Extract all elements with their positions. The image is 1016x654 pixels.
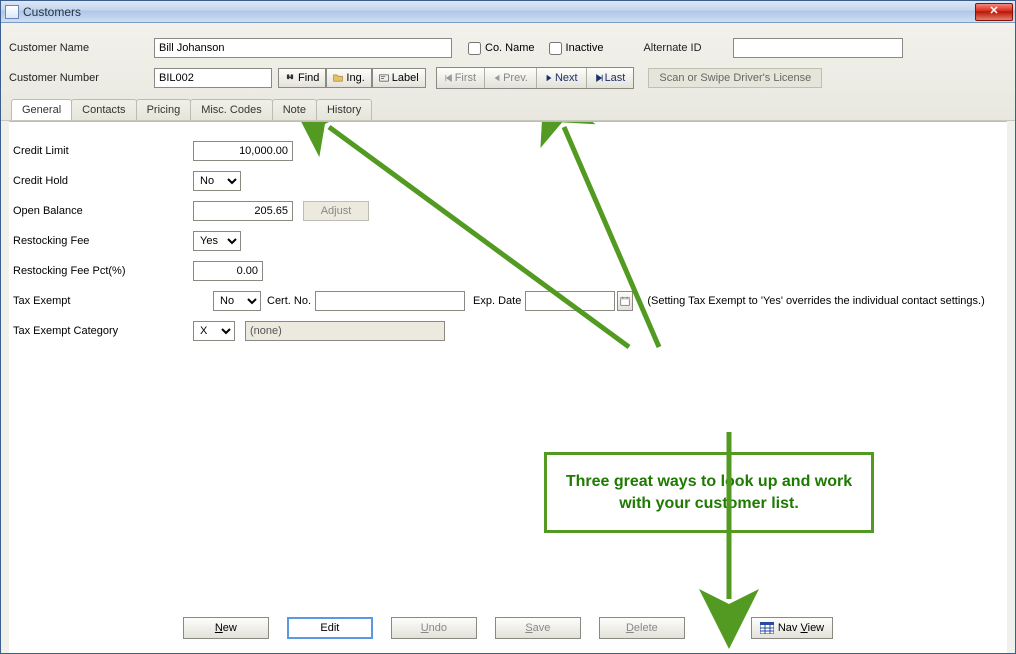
- first-icon: [445, 74, 453, 82]
- nav-view-button[interactable]: Nav View: [751, 617, 833, 639]
- window-title: Customers: [23, 5, 975, 19]
- tax-exempt-label: Tax Exempt: [13, 295, 213, 307]
- tax-exempt-cat-label: Tax Exempt Category: [13, 325, 193, 337]
- credit-hold-label: Credit Hold: [13, 175, 193, 187]
- grid-icon: [760, 622, 774, 634]
- app-icon: [5, 5, 19, 19]
- save-button[interactable]: Save: [495, 617, 581, 639]
- undo-button[interactable]: Undo: [391, 617, 477, 639]
- prev-icon: [493, 74, 501, 82]
- delete-button[interactable]: Delete: [599, 617, 685, 639]
- tab-pricing[interactable]: Pricing: [136, 99, 192, 120]
- adjust-button[interactable]: Adjust: [303, 201, 369, 221]
- find-button[interactable]: Find: [278, 68, 326, 88]
- tax-exempt-hint: (Setting Tax Exempt to 'Yes' overrides t…: [647, 295, 984, 307]
- annotation-callout: Three great ways to look up and work wit…: [544, 452, 874, 533]
- new-button[interactable]: New: [183, 617, 269, 639]
- exp-date-label: Exp. Date: [473, 295, 521, 307]
- customer-name-label: Customer Name: [9, 42, 154, 54]
- close-button[interactable]: ✕: [975, 3, 1013, 21]
- date-picker-button[interactable]: [617, 291, 633, 311]
- folder-icon: [333, 73, 343, 83]
- binoculars-icon: [285, 73, 295, 83]
- alternate-id-label: Alternate ID: [643, 42, 733, 54]
- tax-exempt-cat-desc: [245, 321, 445, 341]
- nav-first-button[interactable]: First: [437, 68, 485, 88]
- credit-hold-select[interactable]: No: [193, 171, 241, 191]
- ing-button[interactable]: Ing.: [326, 68, 371, 88]
- restocking-pct-input[interactable]: [193, 261, 263, 281]
- tab-general[interactable]: General: [11, 99, 72, 120]
- nav-next-button[interactable]: Next: [537, 68, 587, 88]
- next-icon: [545, 74, 553, 82]
- nav-prev-button[interactable]: Prev.: [485, 68, 537, 88]
- tab-history[interactable]: History: [316, 99, 372, 120]
- cert-no-label: Cert. No.: [267, 295, 311, 307]
- tax-exempt-select[interactable]: No: [213, 291, 261, 311]
- customer-name-input[interactable]: [154, 38, 452, 58]
- credit-limit-input[interactable]: [193, 141, 293, 161]
- tab-contacts[interactable]: Contacts: [71, 99, 136, 120]
- tax-exempt-cat-select[interactable]: X: [193, 321, 235, 341]
- calendar-icon: [620, 296, 630, 306]
- scan-license-button[interactable]: Scan or Swipe Driver's License: [648, 68, 822, 88]
- restocking-fee-select[interactable]: Yes: [193, 231, 241, 251]
- inactive-checkbox[interactable]: Inactive: [545, 39, 604, 58]
- tab-note[interactable]: Note: [272, 99, 317, 120]
- label-icon: [379, 73, 389, 83]
- customer-number-input[interactable]: [154, 68, 272, 88]
- cert-no-input[interactable]: [315, 291, 465, 311]
- customer-number-label: Customer Number: [9, 72, 154, 84]
- record-nav: First Prev. Next Last: [436, 67, 635, 89]
- restocking-pct-label: Restocking Fee Pct(%): [13, 265, 193, 277]
- restocking-fee-label: Restocking Fee: [13, 235, 193, 247]
- edit-button[interactable]: Edit: [287, 617, 373, 639]
- exp-date-input[interactable]: [525, 291, 615, 311]
- nav-last-button[interactable]: Last: [587, 68, 634, 88]
- tab-misc-codes[interactable]: Misc. Codes: [190, 99, 273, 120]
- label-button[interactable]: Label: [372, 68, 426, 88]
- open-balance-input[interactable]: [193, 201, 293, 221]
- co-name-checkbox[interactable]: Co. Name: [464, 39, 535, 58]
- last-icon: [595, 74, 603, 82]
- credit-limit-label: Credit Limit: [13, 145, 193, 157]
- open-balance-label: Open Balance: [13, 205, 193, 217]
- alternate-id-input[interactable]: [733, 38, 903, 58]
